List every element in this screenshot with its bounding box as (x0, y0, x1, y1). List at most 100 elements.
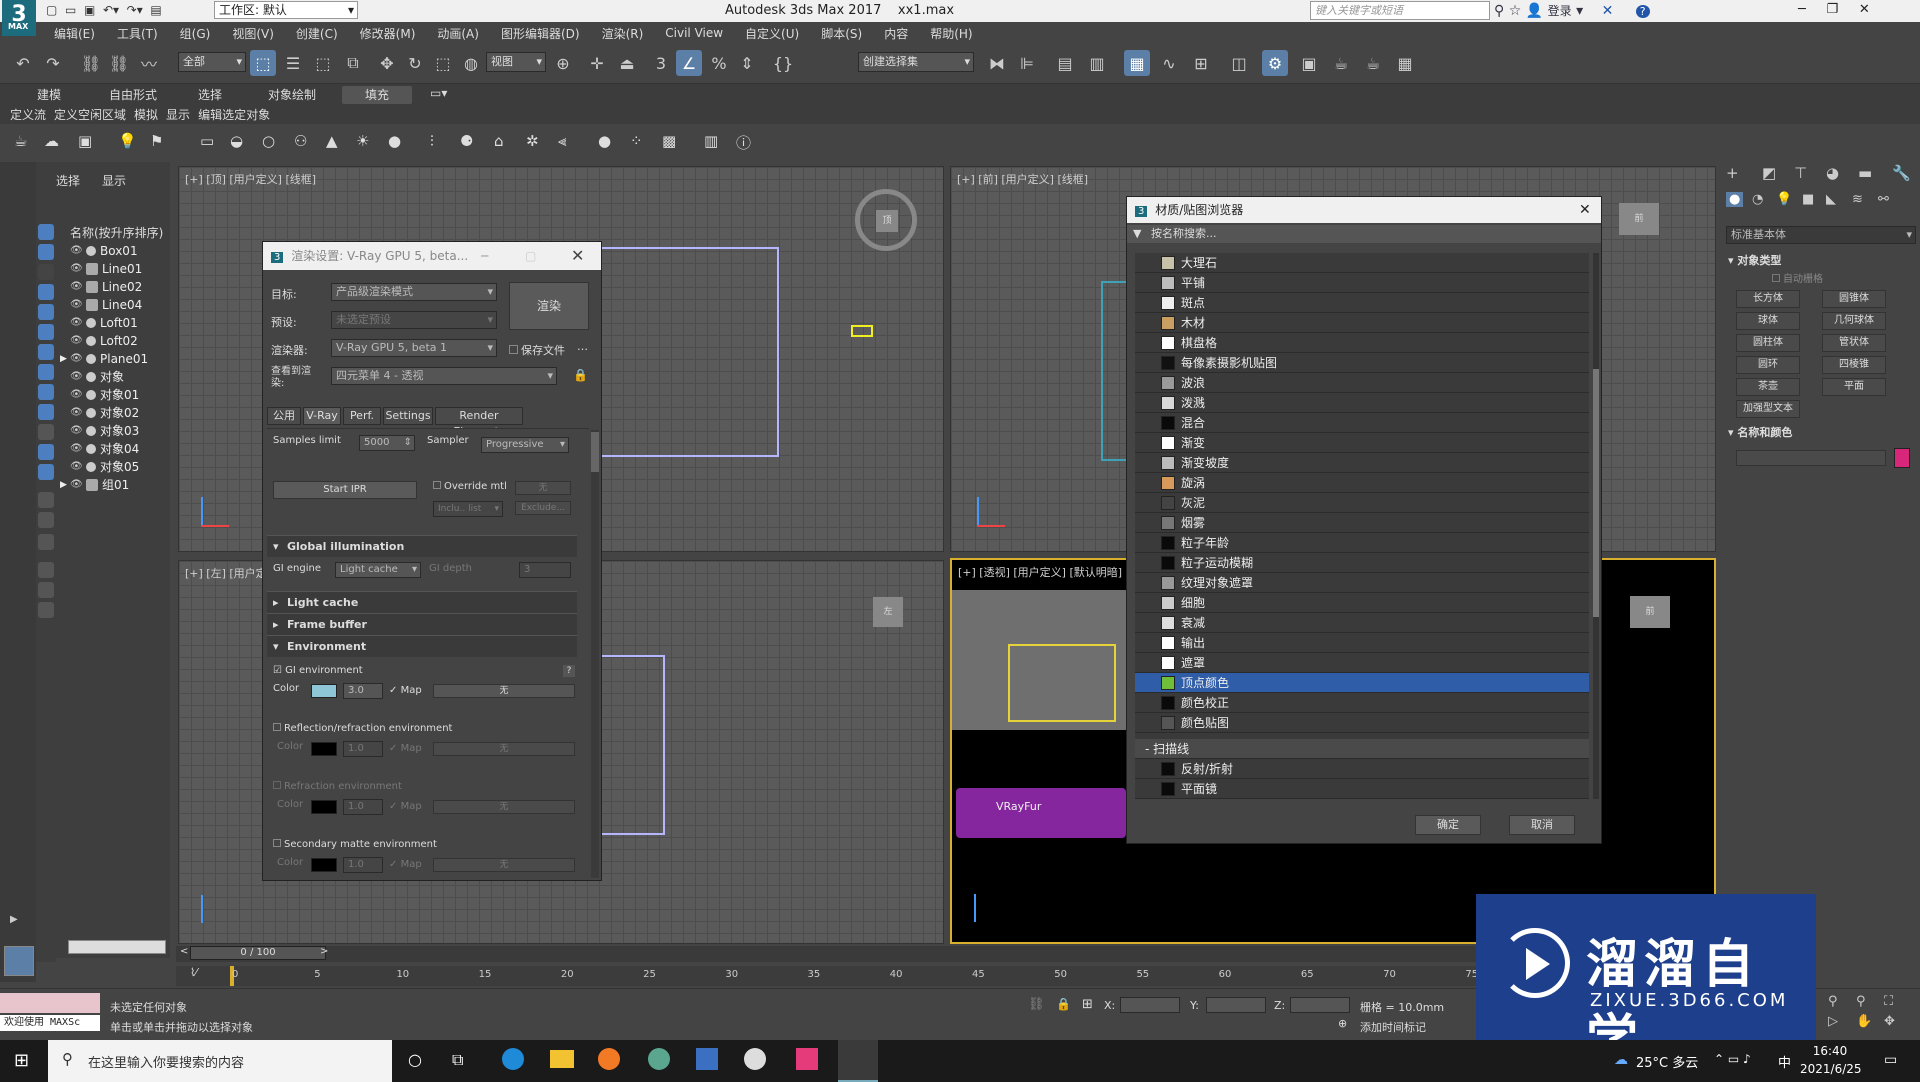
search-box[interactable]: 键入关键字或短语 (1310, 1, 1490, 20)
pivot-icon[interactable]: ⊕ (550, 50, 576, 76)
teapot-button[interactable]: 茶壶 (1736, 378, 1800, 396)
render-cloud-icon[interactable]: ▦ (1392, 50, 1418, 76)
open-icon[interactable]: ▭ (65, 3, 76, 17)
minimize-icon[interactable]: ─ (1798, 2, 1806, 17)
light-lister-icon[interactable]: 💡 (118, 132, 137, 150)
eye-icon[interactable]: 👁 (70, 296, 86, 314)
target-select[interactable]: 产品级渲染模式 ▾ (331, 283, 497, 301)
view-select[interactable]: 四元菜单 4 - 透视 ▾ (331, 367, 557, 385)
angle-snap-icon[interactable]: ∠ (676, 50, 702, 76)
map-item[interactable]: 反射/折射 (1135, 759, 1589, 779)
clock-date[interactable]: 2021/6/25 (1800, 1062, 1862, 1076)
gi-depth-input[interactable]: 3 (519, 562, 571, 578)
refl-multiplier[interactable]: 1.0 (343, 741, 383, 757)
dialog-titlebar[interactable]: 3 渲染设置: V-Ray GPU 5, beta... ─ ▢ ✕ (263, 242, 601, 270)
list-item[interactable]: ▶ 👁 Plane01 (56, 350, 170, 368)
unlink-icon[interactable]: ⛓ (106, 50, 132, 76)
tab-object-paint[interactable]: 对象绘制 (242, 86, 342, 104)
rollout-frame-buffer[interactable]: ▸ Frame buffer (267, 613, 577, 635)
render-setup-icon[interactable]: ⚙ (1262, 50, 1288, 76)
snap-toggle-icon[interactable]: 3 (648, 50, 674, 76)
dome-light-icon[interactable]: ◒ (230, 132, 243, 150)
menu-animation[interactable]: 动画(A) (437, 25, 479, 42)
ies-light-icon[interactable]: ▲ (326, 132, 338, 150)
ribbon-toggle-icon[interactable]: ▦ (1124, 50, 1150, 76)
dialog-titlebar[interactable]: 3 材质/贴图浏览器 ✕ (1127, 197, 1601, 223)
time-slider-thumb[interactable]: 0 / 100 (190, 946, 326, 960)
exchange-icon[interactable]: ✕ (1602, 3, 1614, 19)
map-item[interactable]: 斑点 (1135, 293, 1589, 313)
zoom-extents-icon[interactable]: ⛶ (1884, 994, 1893, 1009)
viewport-layout-icon[interactable] (4, 946, 34, 976)
select-object-icon[interactable]: ⬚ (250, 50, 276, 76)
firefox-icon[interactable] (598, 1048, 620, 1070)
utilities-tab-icon[interactable]: 🔧 (1892, 164, 1911, 182)
map-item[interactable]: 每像素摄影机贴图 (1135, 353, 1589, 373)
map-item[interactable]: 输出 (1135, 633, 1589, 653)
gi-color-swatch[interactable] (311, 684, 337, 698)
search-bar[interactable]: ▼ 按名称搜索... (1127, 225, 1601, 243)
eye-icon[interactable]: 👁 (70, 386, 86, 404)
eye-icon[interactable]: 👁 (70, 278, 86, 296)
layer-icon[interactable] (38, 602, 54, 618)
absolute-mode-icon[interactable]: ⊞ (1082, 997, 1093, 1012)
cloud-icon[interactable]: ☁ (44, 132, 59, 150)
object-name-input[interactable] (1736, 450, 1886, 466)
convert-material-icon[interactable]: ▩ (662, 132, 676, 150)
filter-icon[interactable] (38, 562, 54, 578)
list-item[interactable]: 👁 Loft01 (56, 314, 170, 332)
map-item[interactable]: 泼溅 (1135, 393, 1589, 413)
map-item[interactable]: 粒子年龄 (1135, 533, 1589, 553)
next-frame-icon[interactable]: > (320, 946, 328, 957)
name-color-header[interactable]: ▾ 名称和颜色 (1728, 424, 1792, 440)
funnel-icon[interactable] (38, 582, 54, 598)
maximize-icon[interactable]: ▢ (525, 242, 536, 270)
layer-explorer-icon[interactable]: ▤ (1052, 50, 1078, 76)
scroll-thumb[interactable] (591, 432, 599, 472)
edit-selected[interactable]: 编辑选定对象 (198, 106, 270, 122)
sec-color-swatch[interactable] (311, 858, 337, 872)
simulate[interactable]: 模拟 (134, 106, 158, 122)
plane-light-icon[interactable]: ▭ (200, 132, 214, 150)
viewcube[interactable]: 顶 (855, 189, 917, 251)
align-icon[interactable]: ⊫ (1014, 50, 1040, 76)
ime-indicator[interactable]: 中 (1778, 1052, 1791, 1071)
eye-icon[interactable]: 👁 (70, 242, 86, 260)
zoom-all-icon[interactable]: ⚲ (1856, 994, 1866, 1009)
map-item[interactable]: 顶点颜色 (1135, 673, 1589, 693)
map-item[interactable]: 粒子运动模糊 (1135, 553, 1589, 573)
display-bones-icon[interactable] (38, 404, 54, 420)
sec-map-checkbox[interactable]: ✓ Map (389, 859, 422, 870)
scene-header[interactable]: 名称(按升序排序) (70, 224, 163, 241)
systems-icon[interactable]: ⚯ (1878, 192, 1889, 207)
list-item[interactable]: ▶ 👁 组01 (56, 476, 170, 494)
user-icon[interactable]: 👤 (1526, 3, 1543, 19)
object-type-header[interactable]: ▾ 对象类型 (1728, 252, 1781, 268)
sec-map-slot[interactable]: 无 (433, 858, 575, 872)
display-geometry-icon[interactable] (38, 244, 54, 260)
geosphere-button[interactable]: 几何球体 (1822, 312, 1886, 330)
menu-help[interactable]: 帮助(H) (930, 25, 972, 42)
clock-time[interactable]: 16:40 (1800, 1044, 1860, 1058)
app-icon[interactable] (744, 1048, 766, 1070)
map-item[interactable]: 颜色校正 (1135, 693, 1589, 713)
list-item[interactable]: 👁 Line02 (56, 278, 170, 296)
map-item[interactable]: 渐变 (1135, 433, 1589, 453)
list-item[interactable]: 👁 Line04 (56, 296, 170, 314)
refl-map-slot[interactable]: 无 (433, 742, 575, 756)
viewport-label[interactable]: [+] [透视] [用户定义] [默认明暗] (958, 564, 1122, 580)
gi-map-checkbox[interactable]: ✓ Map (389, 685, 422, 696)
sun-icon[interactable]: ☀ (356, 132, 369, 150)
display-hidden-icon[interactable] (38, 464, 54, 480)
tab-populate[interactable]: 填充 (342, 86, 412, 104)
display-spacewarps-icon[interactable] (38, 344, 54, 360)
scroll-thumb[interactable] (1593, 369, 1599, 617)
map-item[interactable]: 颜色贴图 (1135, 713, 1589, 733)
tab-select[interactable]: 选择 (56, 172, 80, 189)
display-xrefs-icon[interactable] (38, 384, 54, 400)
app-logo[interactable]: 3 MAX (2, 0, 36, 36)
map-item[interactable]: 旋涡 (1135, 473, 1589, 493)
display-shapes-icon[interactable] (38, 264, 54, 280)
display-all-icon[interactable] (38, 492, 54, 508)
bind-space-warp-icon[interactable]: 〰 (136, 50, 162, 76)
